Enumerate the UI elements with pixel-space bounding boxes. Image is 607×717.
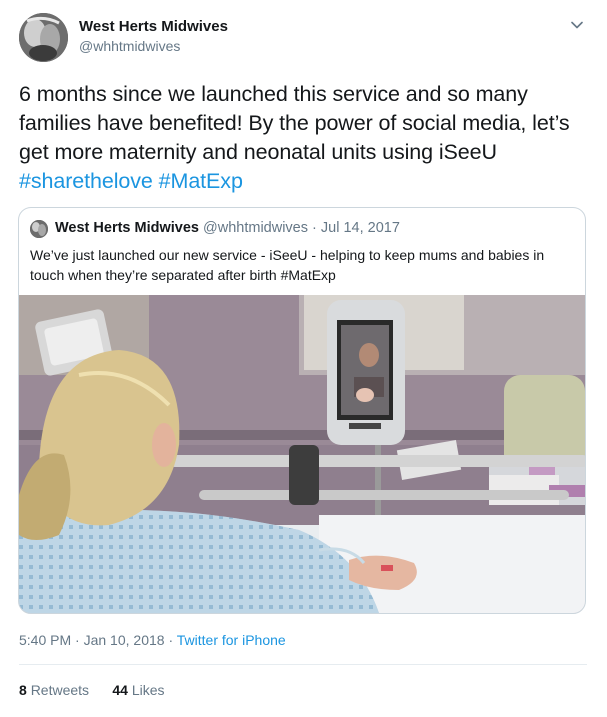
quoted-photo[interactable] xyxy=(19,295,585,613)
hashtag-link[interactable]: #MatExp xyxy=(159,169,243,193)
retweets-stat[interactable]: 8 Retweets xyxy=(19,682,89,698)
author-avatar[interactable] xyxy=(19,13,68,62)
tweet-meta: 5:40 PM · Jan 10, 2018 · Twitter for iPh… xyxy=(19,632,286,648)
tweet-card: West Herts Midwives @whhtmidwives 6 mont… xyxy=(0,0,607,717)
quoted-tweet[interactable]: West Herts Midwives @whhtmidwives · Jul … xyxy=(18,207,586,614)
likes-label: Likes xyxy=(131,682,165,698)
meta-separator: · xyxy=(75,632,80,648)
quoted-author-avatar xyxy=(30,220,48,238)
tweet-stats: 8 Retweets 44 Likes xyxy=(19,682,165,698)
tweet-body: 6 months since we launched this service … xyxy=(19,82,570,164)
tweet-date[interactable]: Jan 10, 2018 xyxy=(84,632,165,648)
quoted-header: West Herts Midwives @whhtmidwives · Jul … xyxy=(55,220,400,236)
tweet-text: 6 months since we launched this service … xyxy=(19,80,589,196)
tweet-source-link[interactable]: Twitter for iPhone xyxy=(177,632,286,648)
author-name[interactable]: West Herts Midwives xyxy=(79,18,228,35)
quoted-author-handle: @whhtmidwives xyxy=(203,220,308,236)
quoted-author-name: West Herts Midwives xyxy=(55,220,199,236)
quoted-text: We’ve just launched our new service - iS… xyxy=(30,247,545,283)
author-handle[interactable]: @whhtmidwives xyxy=(79,38,180,54)
likes-stat[interactable]: 44 Likes xyxy=(112,682,164,698)
retweets-count: 8 xyxy=(19,682,27,698)
quoted-separator: · xyxy=(312,220,317,236)
retweets-label: Retweets xyxy=(30,682,90,698)
chevron-down-icon[interactable] xyxy=(568,16,586,34)
quoted-date: Jul 14, 2017 xyxy=(320,220,400,236)
divider xyxy=(19,664,587,665)
hashtag-link[interactable]: #sharethelove xyxy=(19,169,153,193)
tweet-time[interactable]: 5:40 PM xyxy=(19,632,71,648)
likes-count: 44 xyxy=(112,682,128,698)
meta-separator: · xyxy=(168,632,174,648)
